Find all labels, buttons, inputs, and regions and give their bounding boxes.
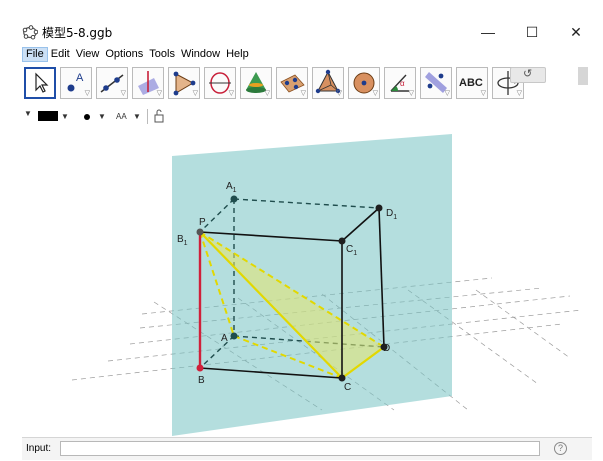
undo-icon: ↺ xyxy=(523,68,533,80)
circle-axis-tool-button[interactable]: ▽ xyxy=(204,67,236,99)
menu-tools[interactable]: Tools xyxy=(146,47,178,62)
svg-text:A: A xyxy=(76,72,84,84)
menu-view[interactable]: View xyxy=(73,47,103,62)
text-tool-button[interactable]: ABC ▽ xyxy=(456,67,488,99)
angle-tool-button[interactable]: α ▽ xyxy=(384,67,416,99)
label-p: P xyxy=(199,217,206,228)
tool-bar: A ▽ ▽ ▽ ▽ ▽ ▽ ▽ ▽ ▽ α ▽ ▽ ABC ▽ ▽ xyxy=(22,65,592,105)
label-b: B xyxy=(198,375,205,386)
caret-icon: ▽ xyxy=(516,90,522,97)
label-a: A xyxy=(221,333,228,344)
caret-icon: ▽ xyxy=(228,90,234,97)
point-d1[interactable] xyxy=(375,204,383,212)
maximize-icon: ☐ xyxy=(525,24,539,40)
svg-text:α: α xyxy=(400,79,405,88)
input-field[interactable] xyxy=(60,441,540,456)
stylebar-separator xyxy=(147,109,148,124)
menu-window[interactable]: Window xyxy=(178,47,223,62)
window-title: 模型5-8.ggb xyxy=(42,26,113,40)
collapse-stylebar-icon[interactable]: ▼ xyxy=(24,107,32,121)
toolbar-scrollbar[interactable] xyxy=(578,67,588,85)
maximize-button[interactable]: ☐ xyxy=(510,20,554,44)
menu-help[interactable]: Help xyxy=(223,47,252,62)
move-tool-icon xyxy=(35,72,49,93)
caret-icon: ▽ xyxy=(408,90,414,97)
lock-icon[interactable] xyxy=(153,109,165,123)
menu-edit[interactable]: Edit xyxy=(48,47,73,62)
plane-tool-button[interactable]: ▽ xyxy=(276,67,308,99)
polygon-tool-button[interactable]: ▽ xyxy=(168,67,200,99)
geogebra-window: 模型5-8.ggb — ☐ ✕ File Edit View Options T… xyxy=(0,0,603,461)
point-c1[interactable] xyxy=(338,237,346,245)
point-a1[interactable] xyxy=(230,195,238,203)
caret-icon: ▽ xyxy=(156,90,162,97)
caret-icon: ▽ xyxy=(372,90,378,97)
minimize-icon: — xyxy=(481,24,495,40)
color-swatch[interactable] xyxy=(38,111,58,121)
caret-icon: ▽ xyxy=(336,90,342,97)
intersect-surfaces-tool-button[interactable]: ▽ xyxy=(240,67,272,99)
title-bar: 模型5-8.ggb — ☐ ✕ xyxy=(0,18,603,46)
scene-canvas[interactable]: A1 D1 P B1 C1 A D B C xyxy=(22,128,592,437)
input-bar: Input: ? xyxy=(22,437,592,460)
minimize-button[interactable]: — xyxy=(466,20,510,44)
label-d: D xyxy=(383,343,390,354)
point-a[interactable] xyxy=(230,332,238,340)
caret-icon: ▽ xyxy=(300,90,306,97)
caret-icon: ▽ xyxy=(84,90,90,97)
point-tool-button[interactable]: A ▽ xyxy=(60,67,92,99)
reflect-tool-button[interactable]: ▽ xyxy=(420,67,452,99)
perpendicular-tool-button[interactable]: ▽ xyxy=(132,67,164,99)
menu-options[interactable]: Options xyxy=(102,47,146,62)
cutting-plane xyxy=(172,134,452,436)
geogebra-app-icon xyxy=(22,25,38,40)
point-b[interactable] xyxy=(196,364,204,372)
color-dropdown-icon[interactable]: ▼ xyxy=(61,110,69,124)
move-tool-button[interactable] xyxy=(24,67,56,99)
help-icon[interactable]: ? xyxy=(554,442,567,455)
graphics-3d-view[interactable]: A1 D1 P B1 C1 A D B C xyxy=(22,128,592,437)
point-style-dropdown-icon[interactable]: ▼ xyxy=(98,110,106,124)
menu-file[interactable]: File xyxy=(22,47,48,62)
undo-button[interactable]: ↺ xyxy=(510,67,546,83)
caret-icon: ▽ xyxy=(120,90,126,97)
caret-icon: ▽ xyxy=(444,90,450,97)
input-label: Input: xyxy=(26,443,52,454)
font-size-dropdown-icon[interactable]: ▼ xyxy=(133,110,141,124)
close-button[interactable]: ✕ xyxy=(554,20,598,44)
close-icon: ✕ xyxy=(570,24,582,40)
caret-icon: ▽ xyxy=(480,90,486,97)
point-c[interactable] xyxy=(338,374,346,382)
point-style-icon[interactable] xyxy=(84,114,90,120)
sphere-tool-button[interactable]: ▽ xyxy=(348,67,380,99)
font-size-button[interactable]: AA xyxy=(116,110,127,124)
style-bar: ▼ ▼ ▼ AA ▼ xyxy=(22,106,592,129)
line-tool-button[interactable]: ▽ xyxy=(96,67,128,99)
text-tool-icon: ABC xyxy=(459,77,483,89)
label-c: C xyxy=(344,382,351,393)
menu-bar: File Edit View Options Tools Window Help xyxy=(22,47,252,63)
caret-icon: ▽ xyxy=(264,90,270,97)
pyramid-tool-button[interactable]: ▽ xyxy=(312,67,344,99)
point-p[interactable] xyxy=(196,228,204,236)
caret-icon: ▽ xyxy=(192,90,198,97)
